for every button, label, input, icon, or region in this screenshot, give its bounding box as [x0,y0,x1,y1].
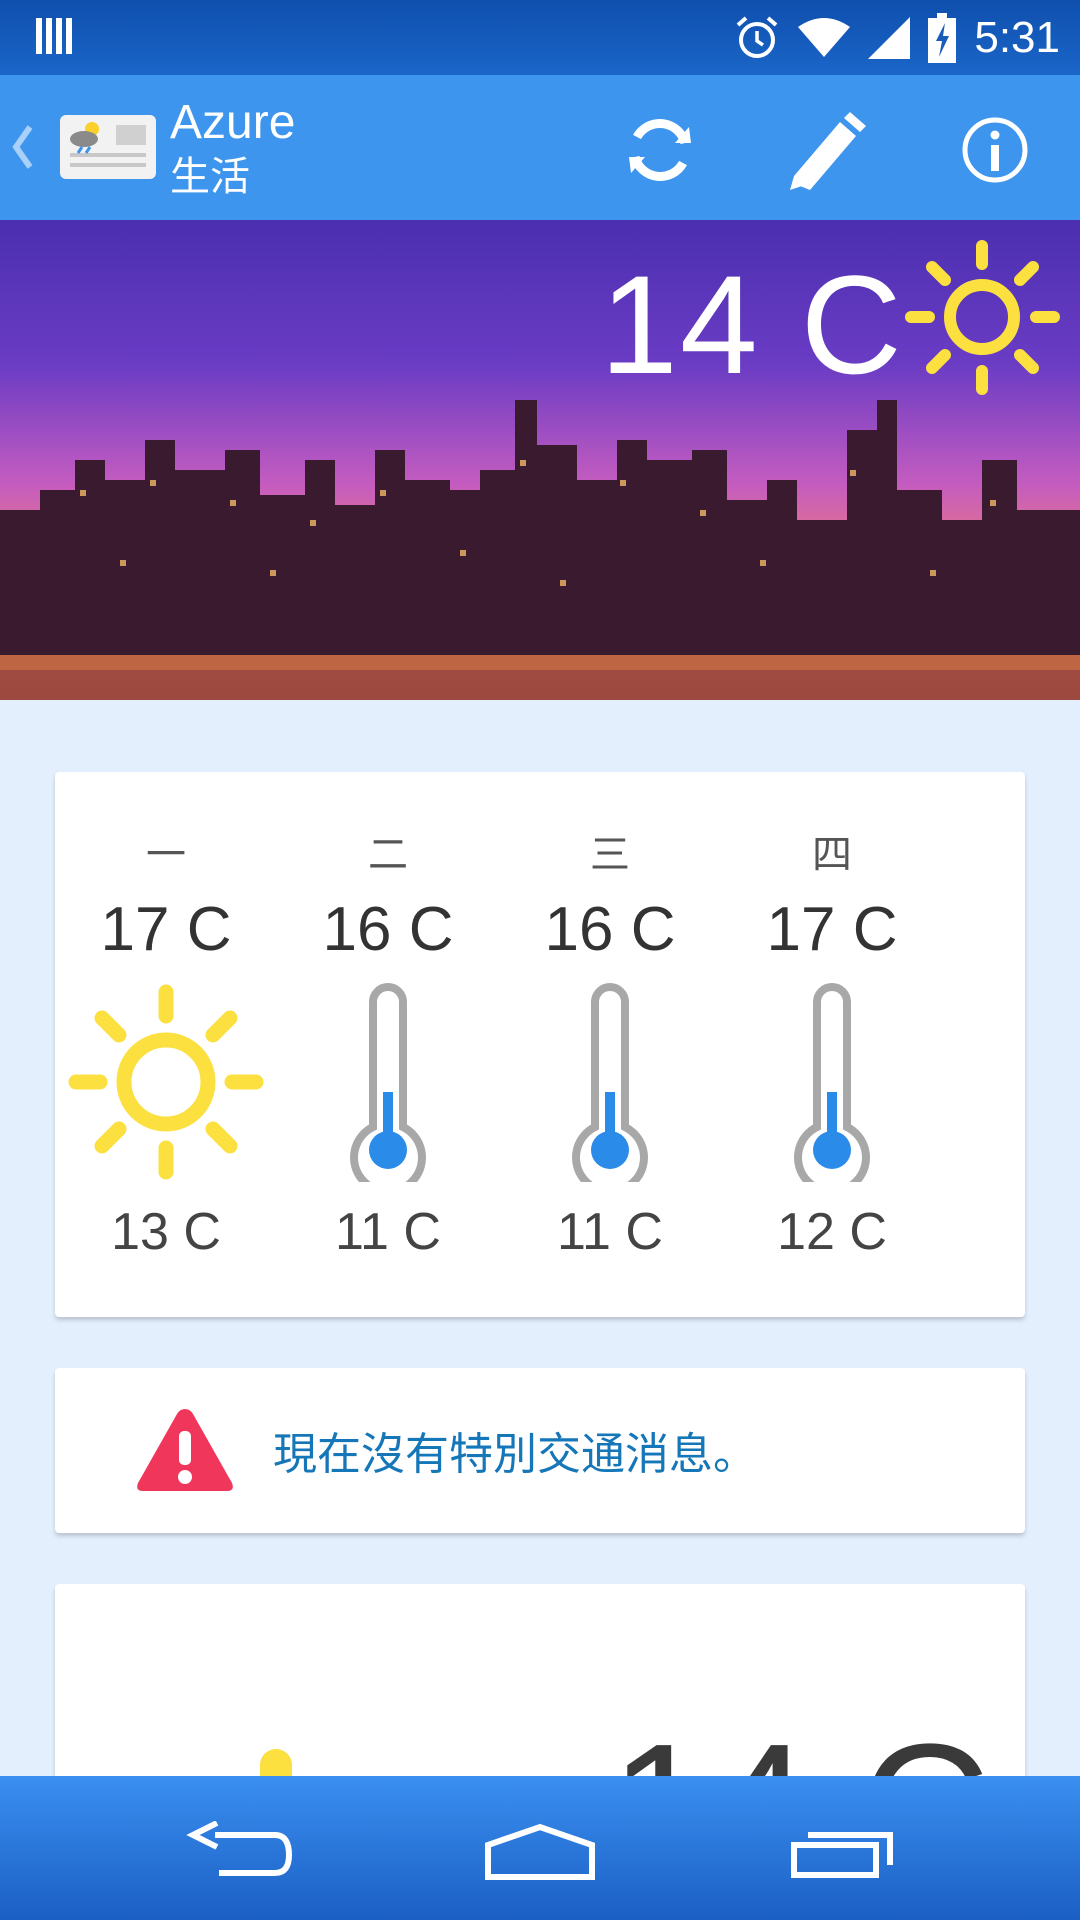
forecast-high: 17 C [100,895,232,964]
battery-charging-icon [928,12,957,63]
alarm-icon [737,15,778,58]
back-arrow-icon [186,1821,293,1876]
sun-icon [68,984,264,1180]
recent-apps-icon [791,1832,893,1878]
signal-icon [868,16,911,59]
forecast-card[interactable]: 一 17 C 13 C 二 16 C 11 C 三 16 C 11 C 四 17… [55,772,1025,1317]
edit-button[interactable] [783,105,873,195]
nav-home-button[interactable] [480,1816,600,1886]
city-skyline-image [0,400,1080,700]
app-bar: Azure 生活 [0,75,1080,220]
thermometer-icon [794,983,870,1182]
nav-back-button[interactable] [180,1816,300,1886]
hero-city-image: 14 C [0,220,1080,700]
forecast-low: 11 C [335,1203,441,1261]
current-temperature: 14 C [600,246,904,403]
refresh-button[interactable] [615,105,705,195]
forecast-day-label: 四 [812,833,852,877]
status-time: 5:31 [974,12,1060,62]
info-button[interactable] [950,105,1040,195]
forecast-low: 13 C [111,1203,221,1261]
home-icon [485,1823,595,1880]
thermometer-icon [572,983,648,1182]
wifi-icon [798,17,851,57]
forecast-day-label: 一 [146,833,186,877]
thermometer-icon [350,983,426,1182]
traffic-message: 現在沒有特別交通消息。 [273,1430,757,1479]
warning-icon [137,1409,233,1491]
forecast-low: 11 C [557,1203,663,1261]
forecast-high: 16 C [322,895,454,964]
status-bar: 5:31 [0,0,1080,75]
forecast-day-label: 三 [590,833,630,877]
back-chevron-icon[interactable] [8,119,38,175]
forecast-day-label: 二 [368,833,408,877]
traffic-card[interactable]: 現在沒有特別交通消息。 [55,1368,1025,1533]
sun-icon [905,240,1060,395]
forecast-high: 16 C [544,895,676,964]
navigation-bar [0,1776,1080,1920]
nav-recent-apps-button[interactable] [782,1816,902,1886]
app-title: Azure [170,96,296,149]
forecast-low: 12 C [777,1203,887,1261]
info-icon [962,117,1028,183]
notification-icon [36,18,72,54]
forecast-high: 17 C [766,895,898,964]
pencil-icon [790,112,866,190]
refresh-icon [629,118,691,182]
app-icon[interactable] [60,111,156,183]
app-subtitle: 生活 [170,155,250,199]
